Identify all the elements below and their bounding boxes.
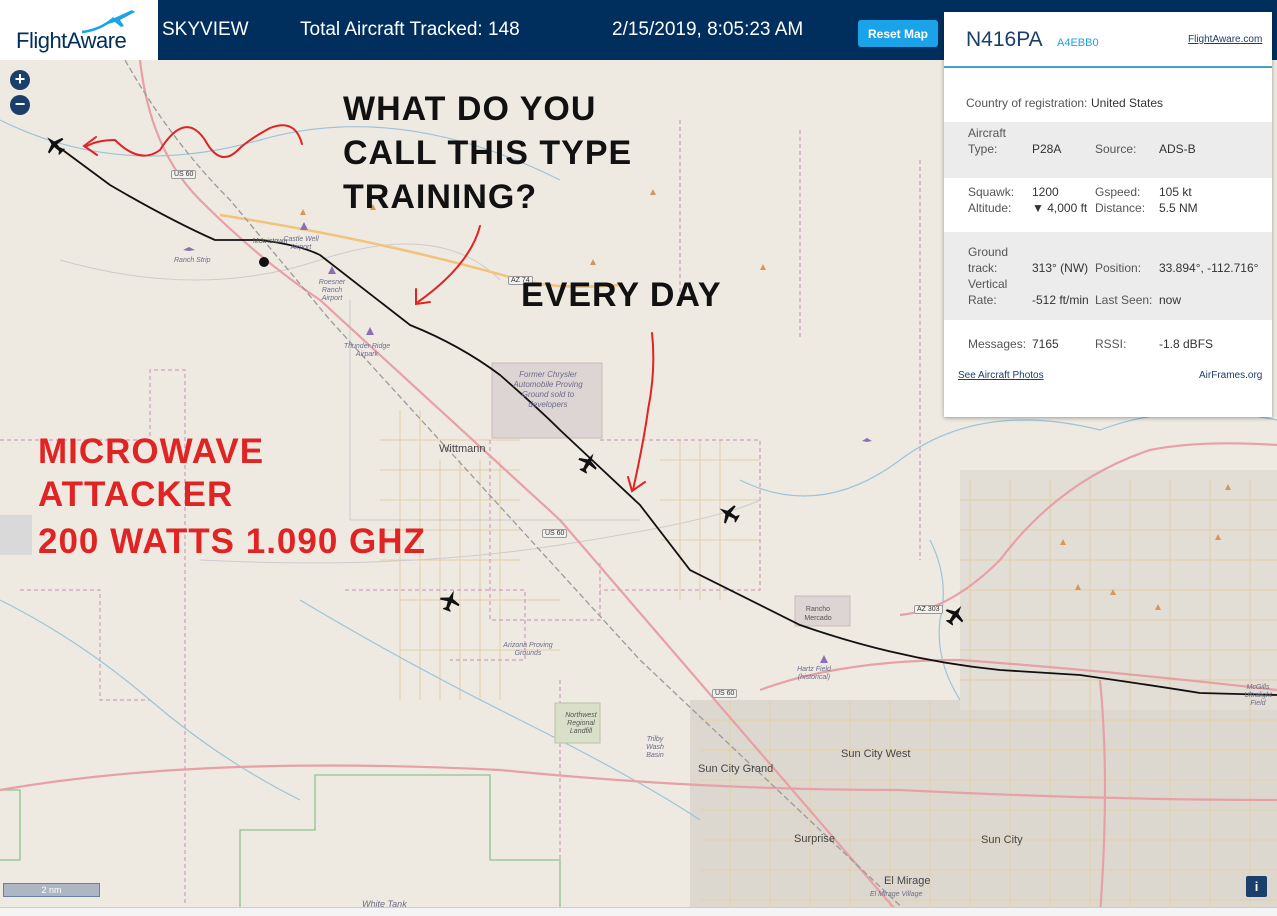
annotation-attacker: MICROWAVE ATTACKER 200 WATTS 1.090 GHZ (38, 430, 426, 563)
annotation-line: ATTACKER (38, 475, 234, 514)
place-castle-well: Castle Well Airport (283, 236, 319, 251)
aircraft-registration: N416PA (966, 28, 1043, 51)
distance-value: 5.5 NM (1159, 201, 1198, 215)
place-thunder-ridge: Thunder Ridge Airpark (343, 343, 391, 358)
place-el-mirage: El Mirage (884, 875, 931, 887)
reset-map-button[interactable]: Reset Map (858, 20, 938, 47)
source-value: ADS-B (1159, 142, 1196, 156)
place-sun-city-grand: Sun City Grand (698, 763, 774, 775)
distance-label: Distance: (1095, 201, 1146, 215)
place-wittmann: Wittmann (439, 443, 486, 455)
place-sun-city: Sun City (981, 834, 1023, 846)
place-hartz: Hartz Field (historical) (797, 666, 831, 681)
place-trilby: Trilby Wash Basin (646, 736, 664, 759)
aircraft-type-value: P28A (1032, 142, 1062, 156)
view-name: SKYVIEW (162, 19, 249, 40)
last-seen-value: now (1159, 293, 1182, 307)
annotation-line: CALL THIS TYPE (343, 134, 633, 172)
flightaware-logo[interactable]: FlightAware (0, 0, 158, 60)
aircraft-icon[interactable] (575, 450, 601, 476)
airframes-link[interactable]: AirFrames.org (1199, 370, 1262, 381)
road-shield-us60: US 60 (542, 529, 568, 538)
squawk-value: 1200 (1032, 185, 1059, 199)
see-aircraft-photos-link[interactable]: See Aircraft Photos (958, 370, 1044, 381)
ground-track-label: Ground track: (968, 245, 1009, 275)
place-roesner: Roesner Ranch Airport (318, 279, 346, 302)
messages-label: Messages: (968, 337, 1027, 351)
road-shield-us60: US 60 (171, 170, 197, 179)
aircraft-hex-code: A4EBB0 (1057, 37, 1099, 49)
messages-value: 7165 (1032, 337, 1059, 351)
annotation-line: WHAT DO YOU (343, 90, 597, 128)
logo-text: FlightAware (16, 28, 127, 53)
position-label: Position: (1095, 261, 1142, 275)
rssi-label: RSSI: (1095, 337, 1127, 351)
road-shield-az303: AZ 303 (914, 605, 943, 614)
altitude-value: ▼ 4,000 ft (1032, 201, 1088, 215)
annotation-line: 200 WATTS 1.090 GHZ (38, 522, 426, 561)
place-surprise: Surprise (794, 833, 835, 845)
squawk-label: Squawk: (968, 185, 1015, 199)
place-ranch-strip: Ranch Strip (174, 257, 211, 264)
panel-divider (944, 66, 1272, 68)
zoom-in-button[interactable]: + (10, 70, 30, 90)
place-sun-city-west: Sun City West (841, 748, 911, 760)
rssi-value: -1.8 dBFS (1159, 337, 1214, 351)
current-datetime: 2/15/2019, 8:05:23 AM (612, 19, 804, 40)
country-value: United States (1091, 96, 1164, 110)
aircraft-detail-panel: N416PA A4EBB0 FlightAware.com Country of… (944, 12, 1272, 417)
track-origin-dot (259, 257, 269, 267)
road-shield-us60: US 60 (712, 689, 738, 698)
aircraft-icon[interactable] (716, 501, 742, 527)
place-arizona-proving: Arizona Proving Grounds (503, 642, 553, 657)
place-mcgills: McGills Ultralight Field (1244, 684, 1272, 707)
annotation-line: MICROWAVE (38, 432, 265, 471)
map-scale-bar: 2 nm (3, 883, 100, 897)
last-seen-label: Last Seen: (1095, 293, 1153, 307)
position-value: 33.894°, -112.716° (1159, 261, 1259, 275)
vertical-rate-label: Vertical Rate: (968, 277, 1008, 307)
gspeed-value: 105 kt (1159, 185, 1192, 199)
country-label: Country of registration: (966, 96, 1088, 110)
aircraft-icon[interactable] (437, 588, 463, 614)
vertical-rate-value: -512 ft/min (1032, 293, 1089, 307)
map-info-button[interactable]: i (1246, 876, 1267, 897)
altitude-label: Altitude: (968, 201, 1012, 215)
ground-track-value: 313° (NW) (1032, 261, 1089, 275)
place-landfill: Northwest Regional Landfill (565, 712, 597, 735)
annotation-every-day: EVERY DAY (521, 276, 722, 314)
annotation-line: TRAINING? (343, 178, 538, 216)
aircraft-type-label: Aircraft Type: (968, 126, 1007, 156)
left-edge-area (0, 515, 32, 555)
aircraft-icon[interactable] (942, 602, 968, 628)
source-label: Source: (1095, 142, 1137, 156)
aircraft-tracked-count: Total Aircraft Tracked: 148 (300, 19, 520, 40)
annotation-question: WHAT DO YOU CALL THIS TYPE TRAINING? (343, 87, 632, 219)
aircraft-selected-icon[interactable] (42, 132, 68, 158)
place-rancho-mercado: Rancho Mercado (804, 606, 832, 622)
place-el-mirage-village: El Mirage Village (870, 891, 923, 898)
gspeed-label: Gspeed: (1095, 185, 1141, 199)
place-chrysler: Former Chrysler Automobile Proving Groun… (513, 370, 583, 409)
flightaware-link[interactable]: FlightAware.com (1188, 34, 1262, 45)
zoom-out-button[interactable]: − (10, 95, 30, 115)
